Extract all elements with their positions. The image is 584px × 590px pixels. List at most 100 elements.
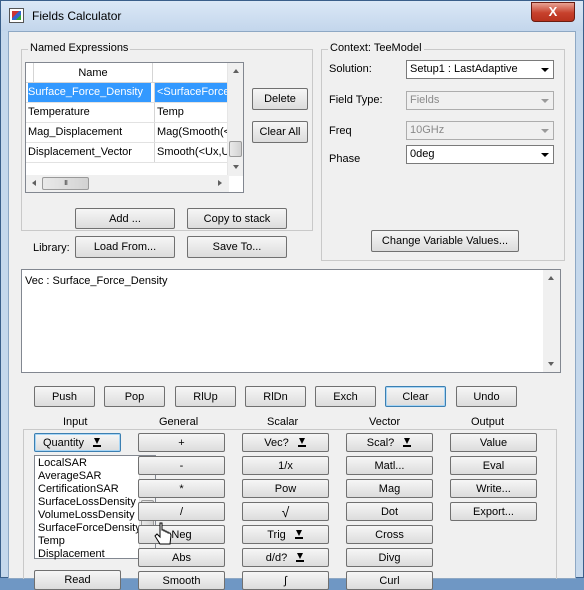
field-type-label: Field Type: (329, 94, 383, 106)
subtract-operator-button[interactable]: - (138, 456, 225, 475)
grid-header: Name (26, 63, 229, 83)
freq-dropdown: 10GHz (406, 121, 554, 140)
quantity-list-item[interactable]: Temp (38, 535, 65, 548)
sqrt-button[interactable]: √ (242, 502, 329, 521)
value-button[interactable]: Value (450, 433, 537, 452)
quantity-list-item[interactable]: SurfaceForceDensity (38, 522, 141, 535)
dropdown-arrow-icon (537, 123, 552, 138)
curl-button[interactable]: Curl (346, 571, 433, 590)
abs-button[interactable]: Abs (138, 548, 225, 567)
add-operator-button[interactable]: + (138, 433, 225, 452)
quantity-list-item[interactable]: SurfaceLossDensity (38, 496, 136, 509)
read-button[interactable]: Read (34, 570, 121, 590)
expression-value: Temp (154, 103, 229, 122)
cross-button[interactable]: Cross (346, 525, 433, 544)
undo-button[interactable]: Undo (456, 386, 517, 407)
fields-calculator-window: Fields Calculator X Named Expressions Na… (0, 0, 584, 590)
vec-button[interactable]: Vec? (242, 433, 329, 452)
close-button[interactable]: X (531, 2, 575, 22)
solution-value: Setup1 : LastAdaptive (410, 63, 518, 75)
expression-name: Temperature (28, 106, 90, 118)
save-to-button[interactable]: Save To... (187, 236, 287, 258)
expressions-grid[interactable]: Name Surface_Force_Density <SurfaceForce… (25, 62, 244, 193)
quantity-list-item[interactable]: Displacement (38, 548, 105, 561)
scroll-down-arrow-icon[interactable] (228, 159, 243, 175)
phase-label: Phase (329, 153, 361, 165)
smooth-button[interactable]: Smooth (138, 571, 225, 590)
scal-label: Scal? (366, 436, 395, 449)
scroll-up-arrow-icon[interactable] (543, 270, 559, 286)
quantity-list-item[interactable]: LocalSAR (38, 457, 87, 470)
scal-button[interactable]: Scal? (346, 433, 433, 452)
expression-value: Smooth(<Ux,Uy (154, 143, 229, 162)
column-header-name[interactable]: Name (34, 63, 153, 83)
roll-up-button[interactable]: RlUp (175, 386, 236, 407)
dropdown-arrow-icon[interactable] (537, 147, 552, 162)
material-button[interactable]: Matl... (346, 456, 433, 475)
download-arrow-icon (295, 552, 305, 563)
solution-label: Solution: (329, 63, 372, 75)
scroll-left-arrow-icon[interactable] (26, 175, 42, 191)
vertical-scroll-thumb[interactable] (229, 141, 242, 157)
stack-text: Vec : Surface_Force_Density (25, 275, 168, 287)
quantity-list-item[interactable]: CertificationSAR (38, 483, 119, 496)
export-button[interactable]: Export... (450, 502, 537, 521)
write-button[interactable]: Write... (450, 479, 537, 498)
solution-dropdown[interactable]: Setup1 : LastAdaptive (406, 60, 554, 79)
window-title: Fields Calculator (32, 9, 122, 23)
scroll-up-arrow-icon[interactable] (228, 63, 243, 79)
dot-button[interactable]: Dot (346, 502, 433, 521)
multiply-operator-button[interactable]: * (138, 479, 225, 498)
expression-row[interactable]: Mag_Displacement Mag(Smooth(<U (26, 123, 229, 143)
download-arrow-icon (92, 437, 102, 448)
eval-button[interactable]: Eval (450, 456, 537, 475)
magnitude-button[interactable]: Mag (346, 479, 433, 498)
download-arrow-icon (294, 529, 304, 540)
add-button[interactable]: Add ... (75, 208, 175, 229)
push-button[interactable]: Push (34, 386, 95, 407)
title-bar[interactable]: Fields Calculator X (1, 1, 583, 31)
change-variable-values-button[interactable]: Change Variable Values... (371, 230, 519, 252)
horizontal-scroll-thumb[interactable]: III (42, 177, 89, 190)
load-from-button[interactable]: Load From... (75, 236, 175, 258)
output-heading: Output (471, 416, 505, 428)
download-arrow-icon (402, 437, 412, 448)
clear-stack-button[interactable]: Clear (385, 386, 446, 407)
quantity-button[interactable]: Quantity (34, 433, 121, 452)
quantity-list-item[interactable]: VolumeLossDensity (38, 509, 135, 522)
expression-row[interactable]: Temperature Temp (26, 103, 229, 123)
expression-row[interactable]: Surface_Force_Density <SurfaceForce (26, 83, 229, 103)
reciprocal-button[interactable]: 1/x (242, 456, 329, 475)
roll-down-button[interactable]: RlDn (245, 386, 306, 407)
negate-button[interactable]: Neg (138, 525, 225, 544)
dropdown-arrow-icon[interactable] (537, 62, 552, 77)
expression-row[interactable]: Displacement_Vector Smooth(<Ux,Uy (26, 143, 229, 163)
grid-row-header (26, 63, 34, 83)
divergence-button[interactable]: Divg (346, 548, 433, 567)
named-expressions-label: Named Expressions (28, 42, 131, 54)
derivative-label: d/d? (265, 551, 288, 564)
expression-name: Surface_Force_Density (28, 83, 151, 102)
grid-horizontal-scrollbar[interactable]: III (26, 175, 229, 192)
sqrt-icon: √ (281, 503, 290, 520)
pop-button[interactable]: Pop (104, 386, 165, 407)
context-label: Context: TeeModel (328, 42, 424, 54)
clear-all-button[interactable]: Clear All (252, 121, 308, 143)
copy-to-stack-button[interactable]: Copy to stack (187, 208, 287, 229)
phase-dropdown[interactable]: 0deg (406, 145, 554, 164)
exchange-button[interactable]: Exch (315, 386, 376, 407)
integral-button[interactable]: ∫ (242, 571, 329, 590)
grid-vertical-scrollbar[interactable] (227, 63, 243, 176)
quantity-list-item[interactable]: AverageSAR (38, 470, 101, 483)
power-button[interactable]: Pow (242, 479, 329, 498)
derivative-button[interactable]: d/d? (242, 548, 329, 567)
scroll-down-arrow-icon[interactable] (543, 356, 559, 372)
freq-value: 10GHz (410, 124, 445, 136)
divide-operator-button[interactable]: / (138, 502, 225, 521)
scroll-right-arrow-icon[interactable] (212, 175, 228, 191)
delete-button[interactable]: Delete (252, 88, 308, 110)
stack-display[interactable]: Vec : Surface_Force_Density (21, 269, 561, 373)
trig-button[interactable]: Trig (242, 525, 329, 544)
stack-scrollbar[interactable] (543, 270, 560, 372)
field-type-dropdown: Fields (406, 91, 554, 110)
